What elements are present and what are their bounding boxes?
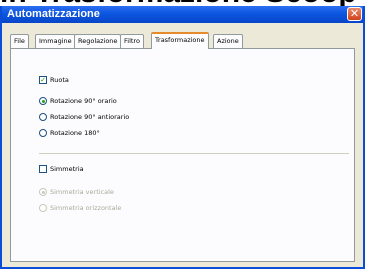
rotate-90-ccw-label: Rotazione 90° antiorario xyxy=(50,113,130,121)
mirror-vertical-label: Simmetria verticale xyxy=(50,188,114,196)
rotate-90-ccw-radio[interactable] xyxy=(39,113,47,121)
tab-strip: File Immagine Regolazione Filtro Trasfor… xyxy=(10,32,350,49)
section-divider xyxy=(39,153,349,154)
mirror-vertical-option: Simmetria verticale xyxy=(39,187,114,197)
mirror-vertical-radio xyxy=(39,188,47,196)
mirror-checkbox-row[interactable]: Simmetria xyxy=(39,164,84,174)
transformation-panel: ✓ Ruota Rotazione 90° orario Rotazione 90… xyxy=(10,48,355,262)
tab-regolazione[interactable]: Regolazione xyxy=(74,34,122,48)
mirror-horizontal-option: Simmetria orizzontale xyxy=(39,203,121,213)
rotate-checkbox-row[interactable]: ✓ Ruota xyxy=(39,75,69,85)
tab-file[interactable]: File xyxy=(10,34,29,48)
mirror-checkbox-label: Simmetria xyxy=(50,165,84,173)
window-title: Automatizzazione xyxy=(7,8,100,20)
tab-filtro[interactable]: Filtro xyxy=(120,34,144,48)
tab-immagine[interactable]: Immagine xyxy=(35,34,76,48)
tab-trasformazione[interactable]: Trasformazione xyxy=(151,32,209,49)
tab-label: Trasformazione xyxy=(155,36,205,44)
title-bar: Automatizzazione ✕ xyxy=(2,6,363,23)
close-button[interactable]: ✕ xyxy=(347,7,362,21)
rotate-checkbox[interactable]: ✓ xyxy=(39,76,47,84)
tab-label: Immagine xyxy=(39,37,72,45)
automation-dialog: Automatizzazione ✕ File Immagine Regolaz… xyxy=(0,6,365,269)
mirror-horizontal-label: Simmetria orizzontale xyxy=(50,204,122,212)
tab-label: File xyxy=(14,37,25,45)
tab-label: Filtro xyxy=(124,37,140,45)
tab-label: Azione xyxy=(217,37,239,45)
rotate-90-ccw-option[interactable]: Rotazione 90° antiorario xyxy=(39,112,129,122)
rotate-90-cw-option[interactable]: Rotazione 90° orario xyxy=(39,96,117,106)
rotate-180-label: Rotazione 180° xyxy=(50,129,100,137)
rotate-90-cw-label: Rotazione 90° orario xyxy=(50,97,117,105)
close-icon: ✕ xyxy=(349,7,360,20)
tab-label: Regolazione xyxy=(78,37,118,45)
mirror-checkbox[interactable] xyxy=(39,165,47,173)
rotate-180-radio[interactable] xyxy=(39,129,47,137)
tab-azione[interactable]: Azione xyxy=(213,34,243,48)
mirror-horizontal-radio xyxy=(39,204,47,212)
rotate-180-option[interactable]: Rotazione 180° xyxy=(39,128,100,138)
rotate-90-cw-radio[interactable] xyxy=(39,97,47,105)
rotate-checkbox-label: Ruota xyxy=(50,76,69,84)
